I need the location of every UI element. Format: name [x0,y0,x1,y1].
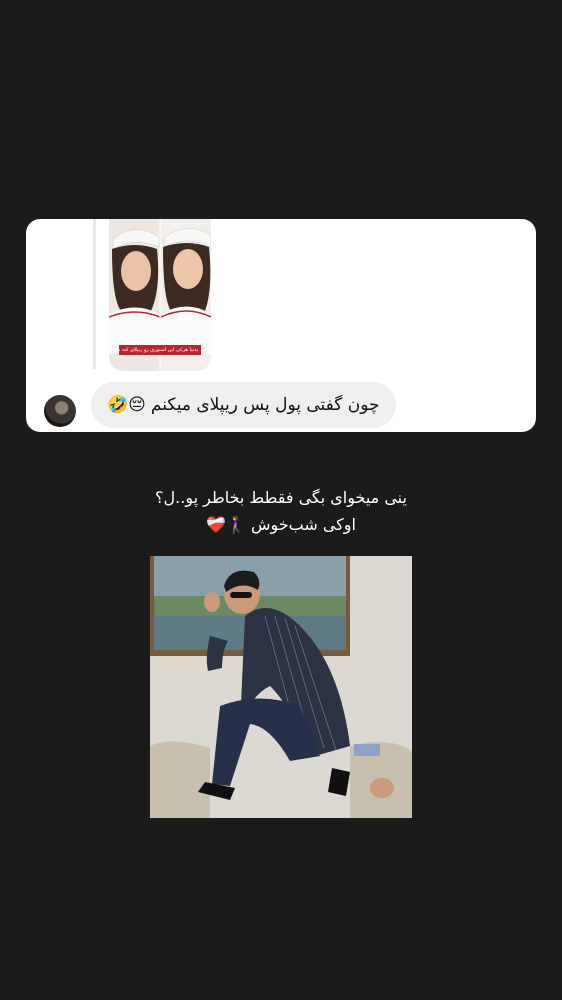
message-emojis: 😔🤣 [107,395,146,415]
story-caption-line-2-text: اوکی شب‌خوش [250,515,356,534]
story-caption-line-1: ینی میخوای بگی فقطط بخاطر پو..ل؟ [155,488,407,507]
suit-man-photo [150,556,412,818]
story-photo [150,556,412,818]
message-bubble[interactable]: چون گفتی پول پس ریپلای میکنم 😔🤣 [91,382,396,428]
dm-screenshot-card: بدنیا هرکی این استوری رو ریپلای کنه پول … [26,219,536,432]
story-page: بدنیا هرکی این استوری رو ریپلای کنه پول … [0,0,562,1000]
sender-avatar[interactable] [44,395,76,427]
message-text: چون گفتی پول پس ریپلای میکنم [150,395,380,415]
story-caption-line-2-emojis: 🚶‍♀️❤️‍🩹 [206,515,246,534]
story-thumbnail-caption: بدنیا هرکی این استوری رو ریپلای کنه پول … [119,345,201,355]
reply-indicator-line [93,219,96,369]
story-caption-line-2: اوکی شب‌خوش 🚶‍♀️❤️‍🩹 [0,515,562,534]
replied-story-thumbnail[interactable]: بدنیا هرکی این استوری رو ریپلای کنه پول … [109,219,211,371]
